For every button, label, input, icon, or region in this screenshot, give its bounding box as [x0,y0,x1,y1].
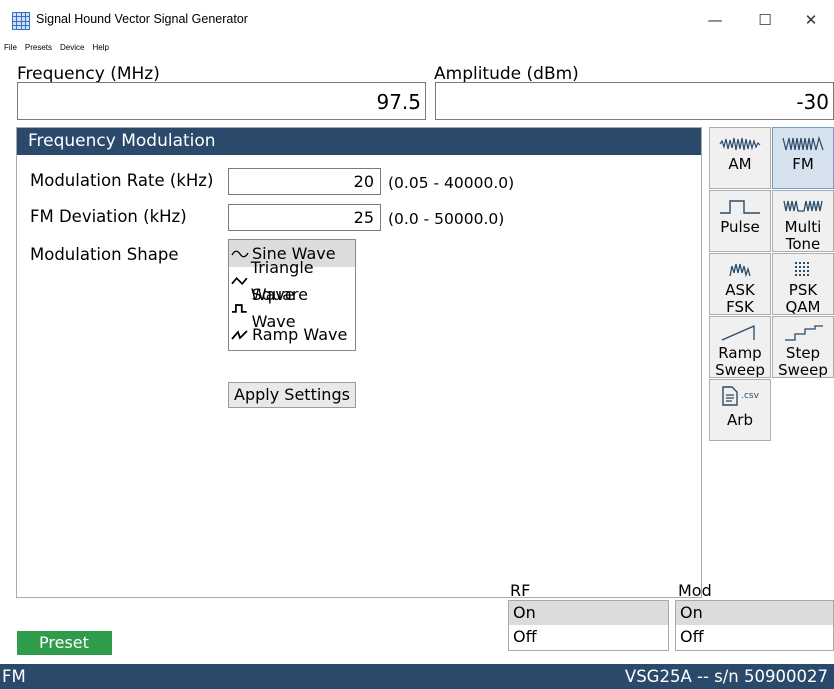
mod-rate-range: (0.05 - 40000.0) [388,174,515,192]
apply-settings-button[interactable]: Apply Settings [228,382,356,408]
menu-file[interactable]: File [4,43,17,52]
fm-button-label: FM [792,155,814,173]
step-sweep-icon [785,325,823,341]
psk-qam-icon [795,262,809,276]
fm-deviation-range: (0.0 - 50000.0) [388,210,505,228]
mod-list[interactable]: On Off [675,600,834,651]
menu-device[interactable]: Device [60,43,84,52]
pulse-button[interactable]: Pulse [709,190,771,252]
multi-tone-icon [783,200,823,212]
rf-label: RF [510,581,531,600]
step-sweep-button[interactable]: Step Sweep [772,316,834,378]
menu-presets[interactable]: Presets [25,43,52,52]
panel-title: Frequency Modulation [17,128,701,155]
amplitude-input[interactable]: -30 [435,82,834,120]
mod-rate-input[interactable]: 20 [228,168,381,195]
multi-tone-button[interactable]: Multi Tone [772,190,834,252]
shape-option-label: Ramp Wave [252,325,348,344]
ask-fsk-button[interactable]: ASK FSK [709,253,771,315]
ramp-sweep-button-label: Ramp Sweep [715,344,765,378]
ask-fsk-button-label: ASK FSK [725,281,755,315]
status-device: VSG25A -- s/n 50900027 [624,667,828,686]
amplitude-label: Amplitude (dBm) [434,64,579,84]
menu-help[interactable]: Help [92,43,108,52]
frequency-label: Frequency (MHz) [17,64,160,84]
triangle-wave-icon [231,276,248,285]
square-wave-icon [231,303,247,313]
frequency-input[interactable]: 97.5 [17,82,426,120]
app-icon [12,12,30,30]
mod-rate-label: Modulation Rate (kHz) [30,171,214,190]
fm-wave-icon [782,135,824,151]
multi-tone-button-label: Multi Tone [784,218,822,252]
mod-on-option[interactable]: On [676,601,833,625]
pulse-button-label: Pulse [720,218,760,236]
ramp-sweep-button[interactable]: Ramp Sweep [709,316,771,378]
shape-option-square[interactable]: Square Wave [229,285,355,331]
am-button[interactable]: AM [709,127,771,189]
ask-fsk-icon [729,263,751,278]
sine-wave-icon [231,250,249,257]
csv-file-icon: .csv [710,384,770,408]
rf-on-option[interactable]: On [509,601,668,625]
mod-label: Mod [678,581,712,600]
menu-bar: File Presets Device Help [0,39,834,57]
status-mode: FM [2,667,26,686]
arb-button-label: Arb [727,411,753,429]
window-title: Signal Hound Vector Signal Generator [36,12,248,26]
preset-button[interactable]: Preset [17,631,112,655]
mod-shape-list[interactable]: Sine Wave Triangle Wave Square Wave Ramp… [228,239,356,351]
ramp-sweep-icon [721,325,755,341]
fm-deviation-label: FM Deviation (kHz) [30,207,187,226]
fm-deviation-input[interactable]: 25 [228,204,381,231]
mod-off-option[interactable]: Off [676,625,833,649]
am-wave-icon [719,137,761,151]
am-button-label: AM [728,155,752,173]
psk-qam-button[interactable]: PSK QAM [772,253,834,315]
fm-button[interactable]: FM [772,127,834,189]
psk-qam-button-label: PSK QAM [785,281,821,315]
rf-list[interactable]: On Off [508,600,669,651]
modulation-panel [16,127,702,598]
mod-shape-label: Modulation Shape [30,245,179,264]
shape-option-ramp[interactable]: Ramp Wave [229,321,355,348]
close-button[interactable]: ✕ [788,6,834,34]
ramp-wave-icon [231,329,248,340]
csv-icon-text: .csv [741,391,759,401]
minimize-button[interactable]: — [692,6,738,34]
maximize-button[interactable]: ☐ [742,6,788,34]
rf-off-option[interactable]: Off [509,625,668,649]
pulse-icon [720,200,760,214]
step-sweep-button-label: Step Sweep [778,344,828,378]
arb-button[interactable]: .csv Arb [709,379,771,441]
